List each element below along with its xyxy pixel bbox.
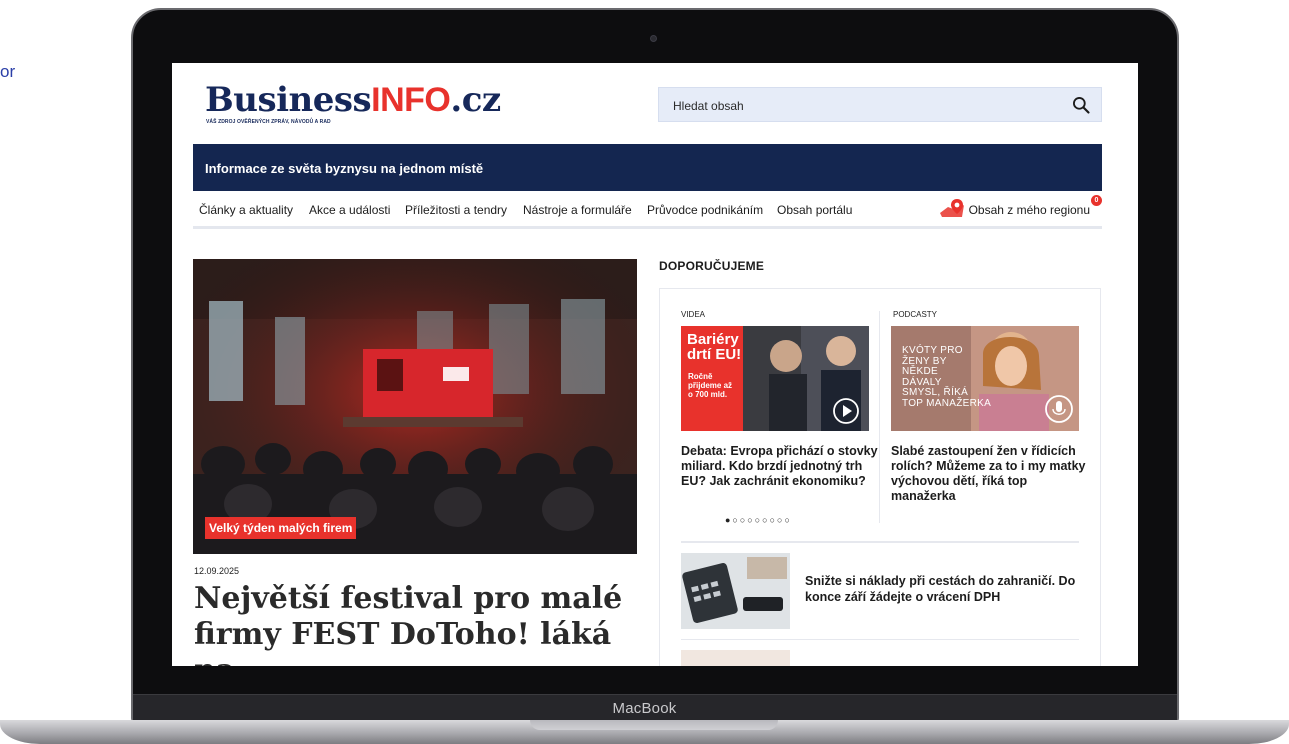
video-thumb-sub-2: přijdeme až <box>688 381 733 390</box>
article-thumb-art <box>681 553 790 629</box>
hero-category-tag[interactable]: Velký týden malých firem <box>205 517 357 539</box>
site-tagline: VÁŠ ZDROJ OVĚŘENÝCH ZPRÁV, NÁVODŮ A RAD <box>206 119 331 125</box>
search-placeholder: Hledat obsah <box>673 99 744 113</box>
region-badge: 0 <box>1091 195 1102 206</box>
recommended-heading: DOPORUČUJEME <box>659 259 765 273</box>
region-link[interactable]: Obsah z mého regionu <box>969 203 1090 217</box>
video-thumb-sub-3: o 700 mld. <box>688 390 728 399</box>
podcasts-category[interactable]: PODCASTY <box>893 310 937 319</box>
search-input[interactable]: Hledat obsah <box>658 87 1102 122</box>
podcast-thumb-line-1: KVÓTY PRO <box>902 345 963 356</box>
video-thumb-sub-1: Ročně <box>688 372 713 381</box>
logo-tld: .cz <box>450 80 501 120</box>
banner-text: Informace ze světa byznysu na jednom mís… <box>205 161 484 176</box>
cards-divider <box>879 311 880 523</box>
logo-main: Business <box>205 80 372 120</box>
podcast-thumbnail[interactable]: KVÓTY PRO ŽENY BY NĚKDE DÁVALY SMYSL, ŘÍ… <box>891 326 1079 431</box>
nav-item-events[interactable]: Akce a události <box>309 203 390 217</box>
logo-accent: INFO <box>371 81 451 119</box>
video-thumb-line-2: drtí EU! <box>687 346 742 363</box>
device-label: MacBook <box>612 700 677 717</box>
video-thumb-line-1: Bariéry <box>687 331 739 348</box>
article-thumbnail[interactable] <box>681 553 790 629</box>
laptop-notch <box>530 720 778 730</box>
videos-category[interactable]: VIDEA <box>681 310 705 319</box>
podcast-thumb-text: KVÓTY PRO ŽENY BY NĚKDE DÁVALY SMYSL, ŘÍ… <box>902 345 992 409</box>
site-banner: Informace ze světa byznysu na jednom mís… <box>193 144 1102 191</box>
hero-title[interactable]: Největší festival pro malé firmy FEST Do… <box>194 581 624 666</box>
main-nav: Články a aktuality Akce a události Příle… <box>193 195 1102 229</box>
podcast-thumb-line-5: SMYSL, ŘÍKÁ <box>902 387 969 398</box>
article-thumbnail-2[interactable] <box>681 650 790 666</box>
cropped-side-text: or <box>0 62 16 81</box>
podcast-title[interactable]: Slabé zastoupení žen v řídicích rolích? … <box>891 444 1091 504</box>
camera-icon <box>650 35 657 42</box>
video-thumb-subtext: Ročně přijdeme až o 700 mld. <box>688 372 732 399</box>
nav-item-articles[interactable]: Články a aktuality <box>199 203 293 217</box>
article-title[interactable]: Snižte si náklady při cestách do zahrani… <box>805 573 1085 605</box>
event-photo <box>193 259 637 554</box>
section-divider <box>681 541 1079 543</box>
podcast-thumb-line-3: NĚKDE <box>902 366 938 377</box>
nav-item-guide[interactable]: Průvodce podnikáním <box>647 203 763 217</box>
search-icon[interactable] <box>1071 95 1091 115</box>
nav-item-portal[interactable]: Obsah portálu <box>777 203 852 217</box>
nav-item-tools[interactable]: Nástroje a formuláře <box>523 203 632 217</box>
nav-item-opportunities[interactable]: Příležitosti a tendry <box>405 203 507 217</box>
hero-image[interactable]: Velký týden malých firem <box>193 259 637 554</box>
video-thumbnail[interactable]: Bariéry drtí EU! Ročně přijdeme až o 700… <box>681 326 869 431</box>
browser-screen: BusinessINFO.cz VÁŠ ZDROJ OVĚŘENÝCH ZPRÁ… <box>172 63 1138 666</box>
podcast-thumb-line-6: TOP MANAŽERKA <box>902 397 992 409</box>
video-thumb-headline: Bariéry drtí EU! <box>687 332 741 362</box>
hero-date: 12.09.2025 <box>194 566 240 576</box>
article-divider <box>681 639 1079 640</box>
video-title[interactable]: Debata: Evropa přichází o stovky miliard… <box>681 444 881 489</box>
site-logo[interactable]: BusinessINFO.cz <box>205 80 501 120</box>
region-map-pin-icon[interactable] <box>938 197 968 219</box>
carousel-dots[interactable]: ●○○○○○○○○ <box>725 515 792 525</box>
stage: or MacBook BusinessINFO.cz VÁŠ ZDROJ OVĚ… <box>0 0 1289 744</box>
